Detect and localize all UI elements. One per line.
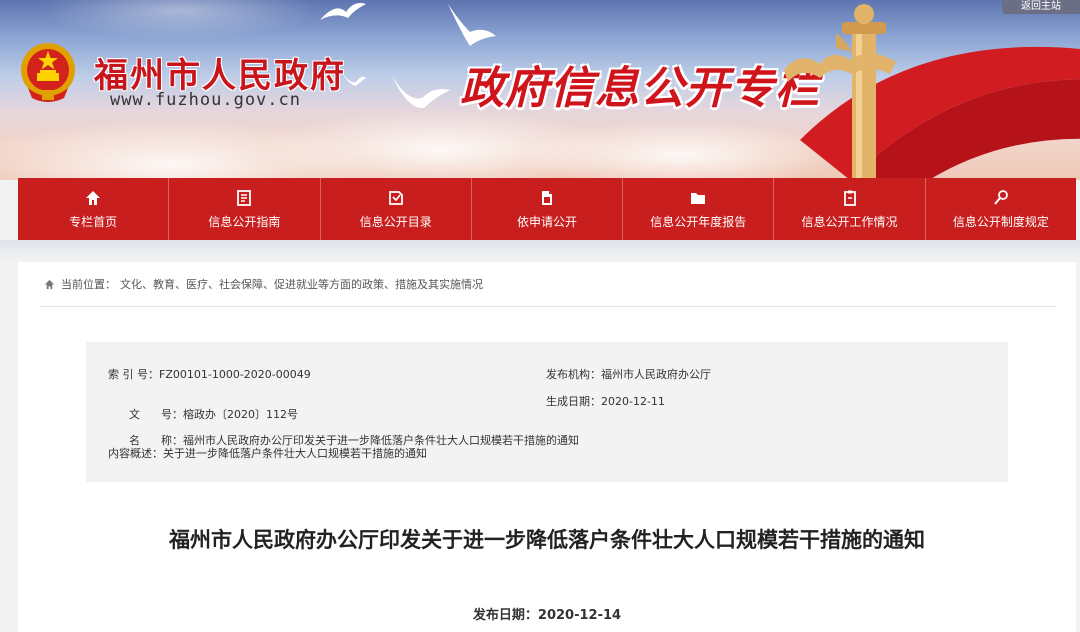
document-icon xyxy=(541,190,552,205)
publish-date: 发布日期：2020-12-14 xyxy=(18,604,1076,623)
back-to-main-site-button[interactable]: 返回主站 xyxy=(1002,0,1080,14)
nav-item-home[interactable]: 专栏首页 xyxy=(18,178,170,240)
document-title: 福州市人民政府办公厅印发关于进一步降低落户条件壮大人口规模若干措施的通知 xyxy=(169,528,925,552)
catalog-icon xyxy=(388,190,403,205)
nav-item-label: 专栏首页 xyxy=(69,214,118,229)
nav-item-label: 信息公开年度报告 xyxy=(650,214,747,229)
nav-item-guide[interactable]: 信息公开指南 xyxy=(169,178,321,240)
breadcrumb-link[interactable]: 文化、教育、医疗、社会保障、促进就业等方面的政策、措施及其实施情况 xyxy=(120,276,483,292)
nav-item-apply[interactable]: 依申请公开 xyxy=(472,178,624,240)
cloud-decoration xyxy=(40,0,320,40)
nav-item-label: 信息公开制度规定 xyxy=(952,214,1049,229)
home-icon xyxy=(44,279,55,289)
content-panel: 当前位置： 文化、教育、医疗、社会保障、促进就业等方面的政策、措施及其实施情况 … xyxy=(18,262,1076,632)
nav-shadow xyxy=(0,240,1080,260)
cloud-ornament-icon xyxy=(784,53,896,82)
site-banner: 福州市人民政府 www.fuzhou.gov.cn 政府信息公开专栏 返回主站 xyxy=(0,0,1080,180)
breadcrumb-prefix: 当前位置： xyxy=(61,278,116,291)
home-icon xyxy=(86,190,101,205)
main-nav: 专栏首页 信息公开指南 信息公开目录 依申请公开 信息公开年度报告 信息公开工作… xyxy=(18,178,1076,240)
nav-item-catalog[interactable]: 信息公开目录 xyxy=(321,178,472,240)
meta-publisher-label: 发布机构： xyxy=(546,368,601,381)
national-emblem-icon xyxy=(21,43,75,102)
document-metadata-box: 索 引 号：FZ00101-1000-2020-00049 发布机构：福州市人民… xyxy=(86,342,1008,482)
meta-summary-row: 内容概述：关于进一步降低落户条件壮大人口规模若干措施的通知 xyxy=(108,445,427,461)
nav-item-label: 依申请公开 xyxy=(516,214,577,229)
meta-summary-label: 内容概述： xyxy=(108,447,163,460)
publish-date-label: 发布日期： xyxy=(472,608,538,623)
site-url: www.fuzhou.gov.cn xyxy=(110,90,301,110)
publish-date-value: 2020-12-14 xyxy=(537,608,622,623)
folder-icon xyxy=(691,192,706,204)
breadcrumb: 当前位置： 文化、教育、医疗、社会保障、促进就业等方面的政策、措施及其实施情况 xyxy=(44,276,483,292)
meta-created-label: 生成日期： xyxy=(546,395,601,408)
column-title: 政府信息公开专栏 xyxy=(460,63,820,114)
meta-index-row: 索 引 号：FZ00101-1000-2020-00049 xyxy=(108,366,311,382)
nav-item-label: 信息公开指南 xyxy=(208,214,281,229)
nav-item-work-status[interactable]: 信息公开工作情况 xyxy=(774,178,926,240)
meta-summary-value: 关于进一步降低落户条件壮大人口规模若干措施的通知 xyxy=(163,447,427,460)
dove-icon xyxy=(342,72,366,86)
meta-publisher-row: 发布机构：福州市人民政府办公厅 xyxy=(546,366,711,382)
divider xyxy=(40,306,1056,307)
meta-created-row: 生成日期：2020-12-11 xyxy=(546,393,665,409)
gavel-icon xyxy=(994,189,1008,205)
dove-icon xyxy=(448,4,496,46)
guide-icon xyxy=(237,189,252,206)
nav-item-annual-report[interactable]: 信息公开年度报告 xyxy=(623,178,775,240)
clipboard-icon xyxy=(843,190,856,206)
nav-item-regulations[interactable]: 信息公开制度规定 xyxy=(926,178,1076,240)
dove-icon xyxy=(392,76,450,109)
nav-item-label: 信息公开工作情况 xyxy=(801,214,898,229)
meta-publisher-value: 福州市人民政府办公厅 xyxy=(601,368,711,381)
meta-index-value: FZ00101-1000-2020-00049 xyxy=(159,368,311,381)
meta-created-value: 2020-12-11 xyxy=(601,395,665,408)
dove-icon xyxy=(320,3,366,20)
meta-index-label: 索 引 号： xyxy=(108,368,159,381)
nav-item-label: 信息公开目录 xyxy=(359,214,432,229)
